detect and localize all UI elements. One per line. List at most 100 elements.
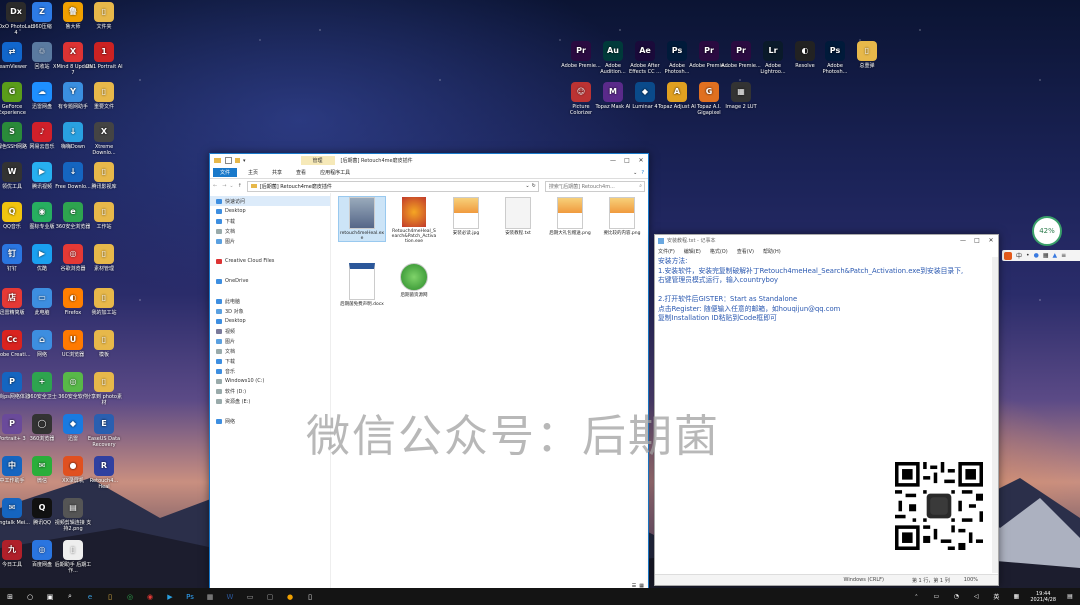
taskbar-app5-icon[interactable]: ▯: [303, 591, 317, 602]
desktop-icon-53[interactable]: ▯ 后期助手 后期工作...: [53, 540, 93, 574]
notepad-titlebar[interactable]: 安装教程.txt - 记事本 — □ ✕: [655, 235, 998, 246]
desktop-icon-39[interactable]: ▯ 分享到 photo素材: [84, 372, 124, 406]
address-bar[interactable]: [后期菌] Retouch4me磨皮插件 ⌄ ↻: [246, 180, 539, 192]
sidebar-item-13[interactable]: 视频: [210, 326, 330, 336]
forward-icon[interactable]: →: [222, 183, 226, 189]
search-box[interactable]: 搜索"[后期菌] Retouch4m... ⌕: [544, 180, 645, 192]
sidebar-item-12[interactable]: Desktop: [210, 316, 330, 326]
address-dropdown-icon[interactable]: ⌄: [525, 183, 529, 189]
ime-menu-icon[interactable]: ≡: [1061, 252, 1066, 259]
storage-badge[interactable]: 42%: [1032, 216, 1062, 246]
tab-home[interactable]: 主页: [248, 169, 258, 176]
ime-punct-icon[interactable]: •: [1026, 252, 1030, 259]
tray-volume-icon[interactable]: ◁: [969, 591, 983, 602]
notepad-menu-item-0[interactable]: 文件(F): [658, 248, 675, 255]
up-icon[interactable]: ↑: [238, 183, 242, 189]
file-item[interactable]: 后期菌免费声明.docx: [339, 263, 385, 307]
ime-keyboard-icon[interactable]: ▦: [1043, 252, 1049, 259]
taskbar-360-icon[interactable]: ◎: [123, 591, 137, 602]
qa-newfolder-icon[interactable]: [235, 158, 240, 163]
tray-arrow-icon[interactable]: ⌃: [909, 591, 923, 602]
taskbar-chrome-icon[interactable]: ◉: [143, 591, 157, 602]
taskbar-app4-icon[interactable]: ●: [283, 591, 297, 602]
start-icon[interactable]: ⊞: [3, 591, 17, 602]
tray-app-icon[interactable]: ▭: [929, 591, 943, 602]
notepad-menu-item-4[interactable]: 帮助(H): [763, 248, 781, 255]
file-item[interactable]: 安装教程.txt: [495, 197, 541, 236]
taskbar-app-icon[interactable]: ▦: [203, 591, 217, 602]
minimize-button[interactable]: —: [606, 157, 620, 164]
desktop-icon-3[interactable]: ▯ 文件夹: [84, 2, 124, 30]
tab-view[interactable]: 查看: [296, 169, 306, 176]
desktop-icon-15[interactable]: X Xtreme Downlo...: [84, 122, 124, 156]
maximize-button[interactable]: □: [620, 157, 634, 164]
desktop-icon-23[interactable]: ▯ 工作站: [84, 202, 124, 230]
file-item[interactable]: 要比较的内容.png: [599, 197, 645, 236]
np-minimize-button[interactable]: —: [956, 237, 970, 244]
sidebar-item-2[interactable]: 下载: [210, 216, 330, 226]
recent-dropdown-icon[interactable]: ⌄: [229, 183, 233, 189]
search-taskbar-icon[interactable]: ○: [23, 591, 37, 602]
help-icon[interactable]: ?: [641, 170, 644, 176]
sidebar-item-8[interactable]: OneDrive: [210, 276, 330, 286]
qa-properties-icon[interactable]: [225, 157, 232, 164]
sidebar-item-3[interactable]: 文档: [210, 226, 330, 236]
desktop-icon-35[interactable]: ▯ 模板: [84, 330, 124, 358]
tab-file[interactable]: 文件: [213, 168, 238, 177]
sidebar-item-10[interactable]: 此电脑: [210, 296, 330, 306]
close-button[interactable]: ✕: [634, 157, 648, 164]
desktop-right-icon-15[interactable]: ▦ Image 2 LUT: [721, 82, 761, 110]
notepad-menu-item-2[interactable]: 格式(O): [710, 248, 728, 255]
np-close-button[interactable]: ✕: [984, 237, 998, 244]
file-item[interactable]: Retouch4meHeal_Search&Patch_Activation.e…: [391, 197, 437, 244]
taskbar-ps-icon[interactable]: Ps: [183, 591, 197, 602]
sidebar-item-6[interactable]: Creative Cloud Files: [210, 256, 330, 266]
ribbon-manage-tab[interactable]: 管理: [300, 156, 335, 165]
clock[interactable]: 19:44 2021/4/28: [1030, 591, 1056, 603]
tray-app2-icon[interactable]: ▦: [1009, 591, 1023, 602]
desktop-icon-50[interactable]: ▤ 视频剪辑连接 支持2.png: [53, 498, 93, 532]
sidebar-item-4[interactable]: 图片: [210, 236, 330, 246]
taskbar-explorer-icon[interactable]: ▯: [103, 591, 117, 602]
sidebar-item-18[interactable]: Windows10 (C:): [210, 376, 330, 386]
notepad-menu-item-1[interactable]: 编辑(E): [684, 248, 701, 255]
sidebar-item-19[interactable]: 软件 (D:): [210, 386, 330, 396]
qa-dropdown-icon[interactable]: ▾: [243, 158, 246, 164]
sidebar-item-1[interactable]: Desktop: [210, 206, 330, 216]
file-item[interactable]: 后期大礼包赠送.png: [547, 197, 593, 236]
desktop-right-icon-9[interactable]: ▯ 总重弹: [847, 41, 887, 69]
tray-network-icon[interactable]: ◔: [949, 591, 963, 602]
taskbar-app3-icon[interactable]: ▢: [263, 591, 277, 602]
file-item[interactable]: 后期菌资源网: [391, 263, 437, 298]
taskbar-app2-icon[interactable]: ▭: [243, 591, 257, 602]
tray-ime-icon[interactable]: 英: [989, 591, 1003, 602]
sidebar-item-16[interactable]: 下载: [210, 356, 330, 366]
sidebar-item-15[interactable]: 文档: [210, 346, 330, 356]
desktop-icon-11[interactable]: ▯ 重要文件: [84, 82, 124, 110]
file-item[interactable]: retouch4meHeal.exe: [338, 196, 386, 242]
refresh-icon[interactable]: ↻: [532, 183, 536, 189]
tab-share[interactable]: 共享: [272, 169, 282, 176]
back-icon[interactable]: ←: [213, 183, 217, 189]
task-view-icon[interactable]: ▣: [43, 591, 57, 602]
notification-icon[interactable]: ▤: [1063, 591, 1077, 602]
desktop-icon-27[interactable]: ▯ 素材管理: [84, 244, 124, 272]
explorer-titlebar[interactable]: ▾ 管理 [后期菌] Retouch4me磨皮插件 — □ ✕: [210, 154, 648, 167]
taskbar-media-icon[interactable]: ▶: [163, 591, 177, 602]
ribbon-expand-icon[interactable]: ⌄: [633, 170, 637, 176]
desktop-icon-19[interactable]: ▯ 腾讯影视库: [84, 162, 124, 190]
ime-toolbar[interactable]: 中 • ● ▦ ▲ ≡: [1002, 250, 1080, 261]
taskbar-word-icon[interactable]: W: [223, 591, 237, 602]
ime-skin-icon[interactable]: ▲: [1052, 252, 1057, 259]
ime-cn-icon[interactable]: 中: [1016, 251, 1022, 260]
desktop-icon-47[interactable]: R Retouch4... Heal: [84, 456, 124, 490]
taskbar-edge-icon[interactable]: e: [83, 591, 97, 602]
sidebar-item-0[interactable]: 快速访问: [210, 196, 330, 206]
ime-mic-icon[interactable]: ●: [1034, 252, 1039, 259]
notepad-scrollbar[interactable]: [992, 257, 998, 573]
desktop-icon-7[interactable]: 1 ON1 Portrait AI: [84, 42, 124, 70]
desktop-icon-31[interactable]: ▯ 我的加工站: [84, 288, 124, 316]
taskbar-search2-icon[interactable]: ⌕: [63, 591, 77, 602]
sidebar-item-14[interactable]: 图片: [210, 336, 330, 346]
notepad-menu-item-3[interactable]: 查看(V): [737, 248, 754, 255]
